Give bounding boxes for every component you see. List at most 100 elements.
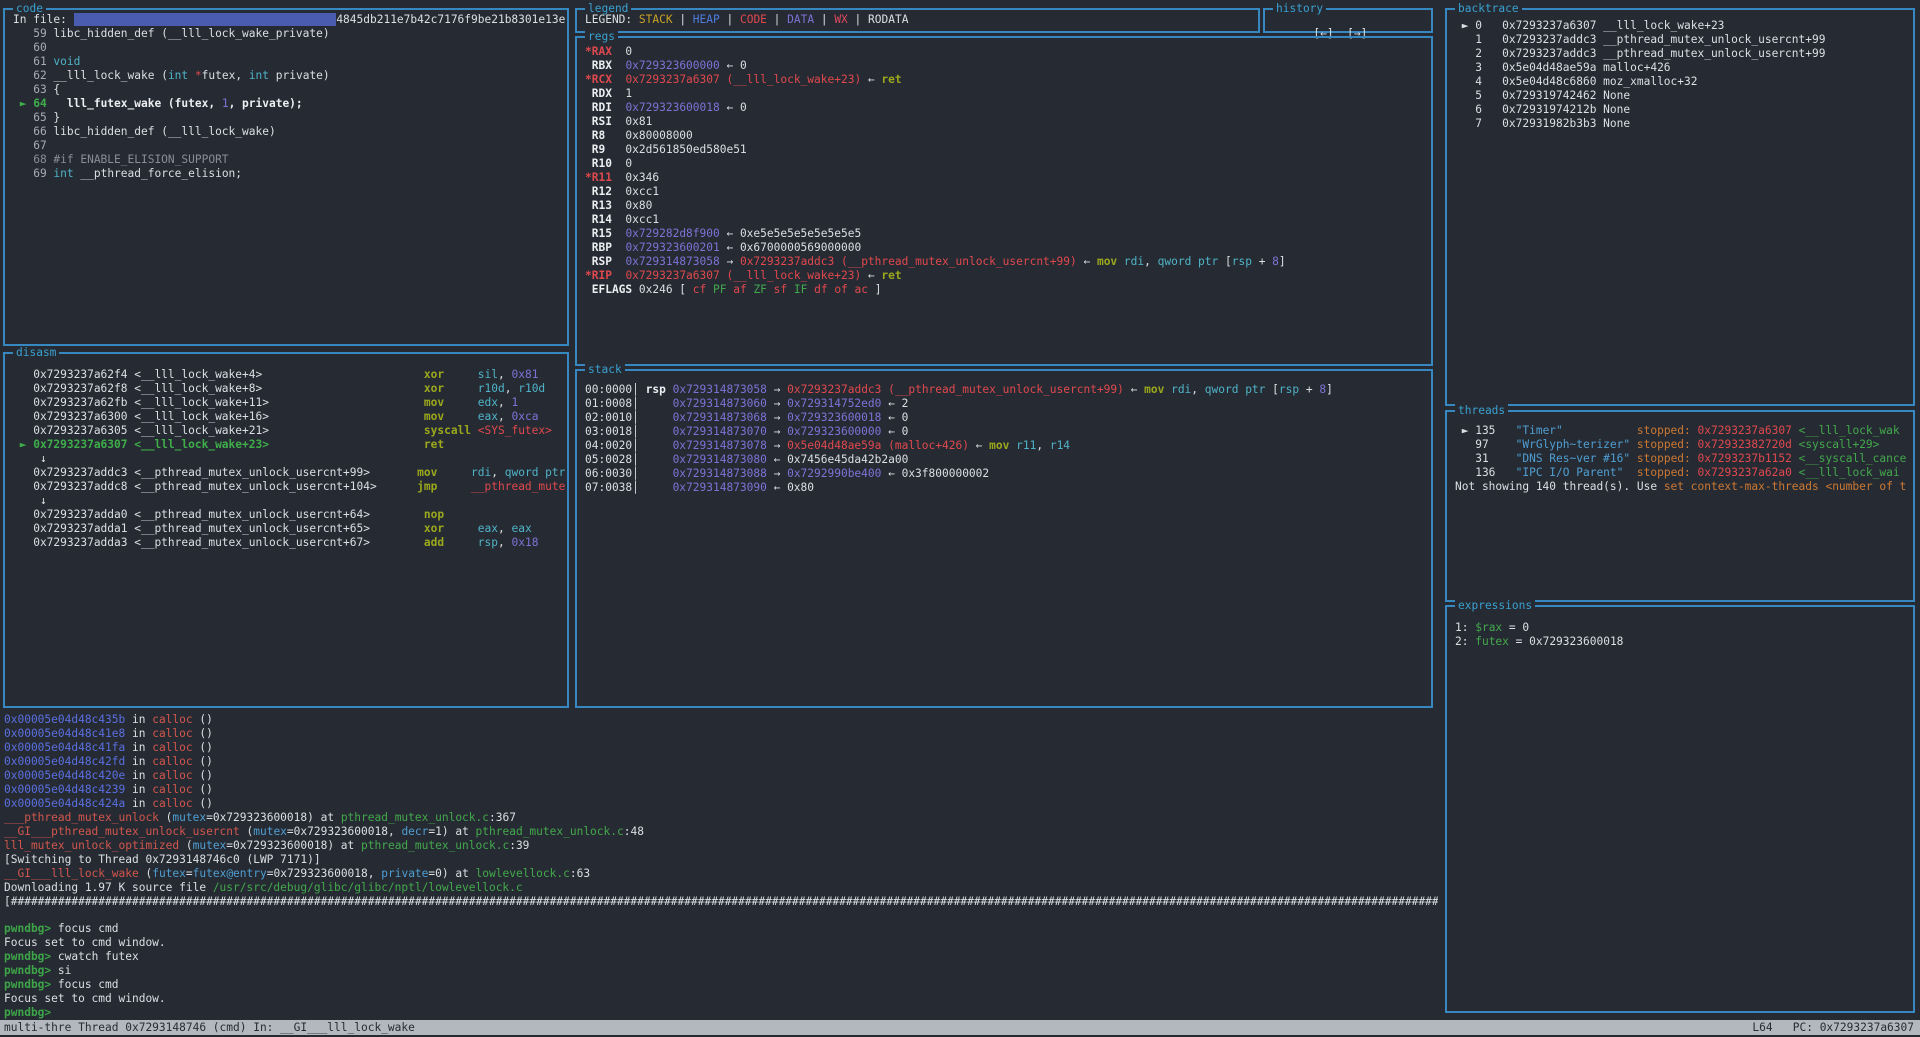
terminal-line: 00:0000│ rsp 0x729314873058 → 0x7293237a…	[585, 383, 1429, 397]
terminal-line: R12 0xcc1	[585, 185, 1429, 199]
terminal-line: R15 0x729282d8f900 ← 0xe5e5e5e5e5e5e5e5	[585, 227, 1429, 241]
terminal-line: *RIP 0x7293237a6307 (__lll_lock_wake+23)…	[585, 269, 1429, 283]
terminal-line: 136 "IPC I/O Parent" stopped: 0x7293237a…	[1455, 466, 1911, 480]
terminal-line: *RAX 0	[585, 45, 1429, 59]
backtrace-lines: ► 0 0x7293237a6307 __lll_lock_wake+23 1 …	[1455, 19, 1911, 402]
terminal-line: 59 libc_hidden_def (__lll_lock_wake_priv…	[13, 27, 565, 41]
registers-lines: *RAX 0 RBX 0x729323600000 ← 0*RCX 0x7293…	[585, 45, 1429, 362]
terminal-line: ↓	[13, 452, 565, 466]
terminal-line: RSP 0x729314873058 → 0x7293237addc3 (__p…	[585, 255, 1429, 269]
panel-title-stack: stack	[585, 363, 625, 377]
code-source-lines: In file: 4845db211e7b42c7176f9be21b8301e…	[13, 13, 565, 342]
terminal-line: 0x00005e04d48c4239 in calloc ()	[4, 783, 1438, 797]
terminal-line: Focus set to cmd window.	[4, 936, 1438, 950]
terminal-line: 01:0008│ 0x729314873060 → 0x729314752ed0…	[585, 397, 1429, 411]
terminal-line: 0x00005e04d48c41fa in calloc ()	[4, 741, 1438, 755]
terminal-line: __GI___lll_lock_wake (futex=futex@entry=…	[4, 867, 1438, 881]
terminal-line: 0x00005e04d48c424a in calloc ()	[4, 797, 1438, 811]
terminal-line: Not showing 140 thread(s). Use set conte…	[1455, 480, 1911, 494]
terminal-line: 03:0018│ 0x729314873070 → 0x729323600000…	[585, 425, 1429, 439]
terminal-line: 1: $rax = 0	[1455, 621, 1911, 635]
terminal-line: 0x00005e04d48c42fd in calloc ()	[4, 755, 1438, 769]
terminal-line: 4 0x5e04d48c6860 moz_xmalloc+32	[1455, 75, 1911, 89]
panel-stack: stack 00:0000│ rsp 0x729314873058 → 0x72…	[575, 369, 1433, 708]
terminal-line: 05:0028│ 0x729314873080 ← 0x7456e45da42b…	[585, 453, 1429, 467]
terminal-line: pwndbg>	[4, 1006, 1438, 1020]
terminal-line: ► 0x7293237a6307 <__lll_lock_wake+23> re…	[13, 438, 565, 452]
terminal-line: 0x00005e04d48c41e8 in calloc ()	[4, 727, 1438, 741]
terminal-line: 0x7293237adda0 <__pthread_mutex_unlock_u…	[13, 508, 565, 522]
terminal-screen[interactable]: code In file: 4845db211e7b42c7176f9be21b…	[0, 0, 1920, 1037]
panel-title-threads: threads	[1455, 404, 1508, 418]
disasm-lines: 0x7293237a62f4 <__lll_lock_wake+4> xor s…	[13, 368, 565, 704]
stack-lines: 00:0000│ rsp 0x729314873058 → 0x7293237a…	[585, 383, 1429, 704]
terminal-line: R8 0x80008000	[585, 129, 1429, 143]
terminal-line: LEGEND: STACK | HEAP | CODE | DATA | WX …	[585, 13, 1256, 27]
terminal-line: 02:0010│ 0x729314873068 → 0x729323600018…	[585, 411, 1429, 425]
terminal-line: 66 libc_hidden_def (__lll_lock_wake)	[13, 125, 565, 139]
terminal-line: R10 0	[585, 157, 1429, 171]
terminal-line: 0x7293237a62f4 <__lll_lock_wake+4> xor s…	[13, 368, 565, 382]
panel-code: code In file: 4845db211e7b42c7176f9be21b…	[3, 8, 569, 346]
panel-legend: legend LEGEND: STACK | HEAP | CODE | DAT…	[575, 8, 1260, 33]
terminal-line: 2 0x7293237addc3 __pthread_mutex_unlock_…	[1455, 47, 1911, 61]
terminal-line: RBP 0x729323600201 ← 0x6700000569000000	[585, 241, 1429, 255]
panel-threads: threads ► 135 "Timer" stopped: 0x7293237…	[1445, 410, 1915, 602]
terminal-line: *RCX 0x7293237a6307 (__lll_lock_wake+23)…	[585, 73, 1429, 87]
command-window[interactable]: pwndbg> focus cmdFocus set to cmd window…	[4, 922, 1438, 1020]
terminal-line: pwndbg> cwatch futex	[4, 950, 1438, 964]
status-left: multi-thre Thread 0x7293148746 (cmd) In:…	[0, 1020, 415, 1035]
panel-backtrace: backtrace ► 0 0x7293237a6307 __lll_lock_…	[1445, 8, 1915, 406]
terminal-line: 0x7293237addc3 <__pthread_mutex_unlock_u…	[13, 466, 565, 480]
panel-history: history [←] [→]	[1263, 8, 1433, 33]
terminal-line: 0x7293237a62f8 <__lll_lock_wake+8> xor r…	[13, 382, 565, 396]
terminal-line: 0x00005e04d48c435b in calloc ()	[4, 713, 1438, 727]
panel-title-disasm: disasm	[13, 346, 59, 360]
panel-title-expressions: expressions	[1455, 599, 1535, 613]
terminal-line: R13 0x80	[585, 199, 1429, 213]
legend-lines: LEGEND: STACK | HEAP | CODE | DATA | WX …	[585, 13, 1256, 29]
terminal-line: RDX 1	[585, 87, 1429, 101]
terminal-line: ► 64 lll_futex_wake (futex, 1, private);	[13, 97, 565, 111]
terminal-line: 0x7293237adda3 <__pthread_mutex_unlock_u…	[13, 536, 565, 550]
terminal-line: __GI___pthread_mutex_unlock_usercnt (mut…	[4, 825, 1438, 839]
terminal-line: 0x7293237a6305 <__lll_lock_wake+21> sysc…	[13, 424, 565, 438]
terminal-line: 1 0x7293237addc3 __pthread_mutex_unlock_…	[1455, 33, 1911, 47]
terminal-line: Focus set to cmd window.	[4, 992, 1438, 1006]
terminal-line: 63 {	[13, 83, 565, 97]
terminal-line: pwndbg> si	[4, 964, 1438, 978]
terminal-line: ► 135 "Timer" stopped: 0x7293237a6307 <_…	[1455, 424, 1911, 438]
terminal-line: [#######################################…	[4, 895, 1438, 909]
terminal-line: 3 0x5e04d48ae59a malloc+426	[1455, 61, 1911, 75]
terminal-line: 0x7293237addc8 <__pthread_mutex_unlock_u…	[13, 480, 565, 494]
terminal-line: 0x7293237adda1 <__pthread_mutex_unlock_u…	[13, 522, 565, 536]
terminal-line: 0x7293237a6300 <__lll_lock_wake+16> mov …	[13, 410, 565, 424]
terminal-line: Downloading 1.97 K source file /usr/src/…	[4, 881, 1438, 895]
terminal-line: RBX 0x729323600000 ← 0	[585, 59, 1429, 73]
terminal-line: 5 0x729319742462 None	[1455, 89, 1911, 103]
terminal-line: pwndbg> focus cmd	[4, 922, 1438, 936]
terminal-line: ► 0 0x7293237a6307 __lll_lock_wake+23	[1455, 19, 1911, 33]
terminal-line: ↓	[13, 494, 565, 508]
terminal-line: 0x00005e04d48c420e in calloc ()	[4, 769, 1438, 783]
threads-lines: ► 135 "Timer" stopped: 0x7293237a6307 <_…	[1455, 424, 1911, 598]
terminal-line: 0x7293237a62fb <__lll_lock_wake+11> mov …	[13, 396, 565, 410]
terminal-line: 2: futex = 0x729323600018	[1455, 635, 1911, 649]
terminal-line: 62 __lll_lock_wake (int *futex, int priv…	[13, 69, 565, 83]
terminal-line: 7 0x72931982b3b3 None	[1455, 117, 1911, 131]
terminal-line: 61 void	[13, 55, 565, 69]
terminal-line: R9 0x2d561850ed580e51	[585, 143, 1429, 157]
terminal-line: R14 0xcc1	[585, 213, 1429, 227]
terminal-line: RDI 0x729323600018 ← 0	[585, 101, 1429, 115]
terminal-line: pwndbg> focus cmd	[4, 978, 1438, 992]
status-right: L64 PC: 0x7293237a6307	[1752, 1020, 1920, 1035]
status-bar: multi-thre Thread 0x7293148746 (cmd) In:…	[0, 1020, 1920, 1035]
terminal-line: EFLAGS 0x246 [ cf PF af ZF sf IF df of a…	[585, 283, 1429, 297]
terminal-line: 31 "DNS Res~ver #16" stopped: 0x7293237b…	[1455, 452, 1911, 466]
terminal-line: 69 int __pthread_force_elision;	[13, 167, 565, 181]
terminal-line: In file: 4845db211e7b42c7176f9be21b8301e…	[13, 13, 565, 27]
terminal-line: 07:0038│ 0x729314873090 ← 0x80	[585, 481, 1429, 495]
panel-disasm: disasm 0x7293237a62f4 <__lll_lock_wake+4…	[3, 352, 569, 708]
terminal-line: 68 #if ENABLE_ELISION_SUPPORT	[13, 153, 565, 167]
terminal-line: 67	[13, 139, 565, 153]
